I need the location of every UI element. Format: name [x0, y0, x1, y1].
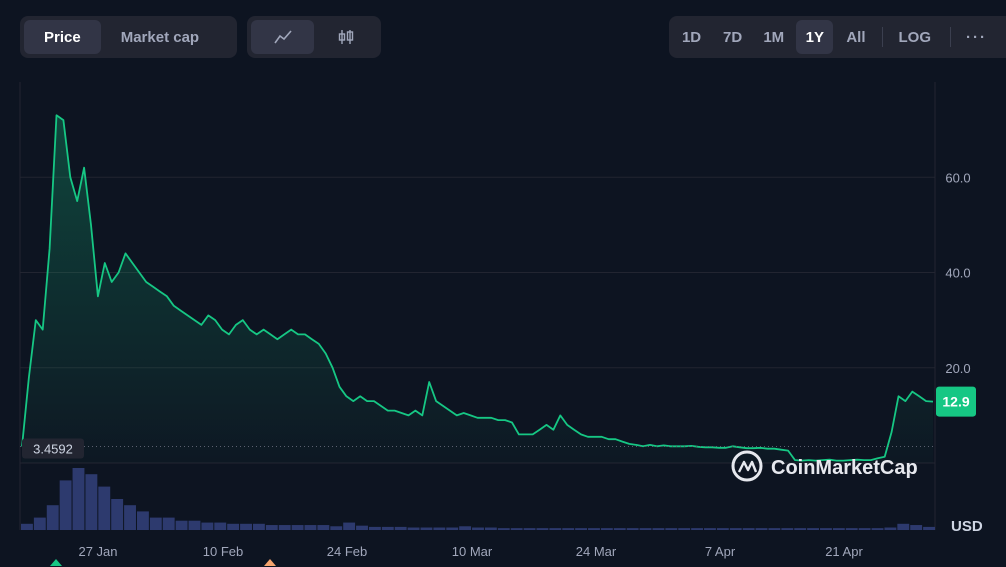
volume-bar: [124, 505, 136, 530]
volume-bar: [278, 525, 291, 530]
volume-bar: [162, 517, 175, 530]
price-area: [22, 115, 933, 464]
volume-bar: [871, 528, 884, 530]
volume-bar: [716, 528, 729, 530]
volume-bar: [704, 528, 716, 530]
volume-bar: [678, 528, 691, 530]
down-event-marker[interactable]: [264, 559, 276, 566]
volume-bar: [420, 527, 433, 530]
volume-bar: [149, 517, 162, 530]
y-tick-label: 40.0: [945, 266, 970, 281]
volume-bar: [794, 528, 807, 530]
volume-bar: [472, 527, 484, 530]
price-chart: 3.4592 20.0 40.0 60.0 12.9 CoinMarketCap U…: [19, 82, 983, 566]
volume-bar: [910, 525, 923, 530]
x-tick-label: 21 Apr: [825, 544, 863, 559]
volume-bar: [252, 523, 265, 530]
watermark-text: CoinMarketCap: [771, 457, 918, 479]
volume-bar: [613, 528, 626, 530]
up-event-marker[interactable]: [50, 559, 62, 566]
volume-bar: [497, 528, 510, 530]
volume-bar: [111, 499, 124, 530]
volume-bar: [21, 523, 33, 530]
volume-bar: [729, 528, 742, 530]
start-price-label: 3.4592: [33, 442, 73, 457]
volume-bar: [652, 528, 665, 530]
volume-bar: [665, 528, 678, 530]
volume-bar: [188, 520, 201, 530]
x-axis-ticks: 27 Jan 10 Feb 24 Feb 10 Mar 24 Mar 7 Apr 21 Ap…: [78, 544, 863, 559]
volume-bar: [136, 511, 149, 530]
volume-bar: [626, 528, 639, 530]
volume-bar: [639, 528, 652, 530]
x-tick-label: 27 Jan: [78, 544, 117, 559]
volume-bar: [600, 528, 613, 530]
volume-bar: [291, 525, 304, 530]
x-tick-label: 24 Mar: [576, 544, 617, 559]
volume-bar: [781, 528, 794, 530]
volume-bar: [459, 526, 472, 530]
volume-bar: [691, 528, 704, 530]
volume-bar: [923, 526, 935, 530]
y-tick-label: 60.0: [945, 170, 970, 185]
volume-bar: [227, 523, 240, 530]
current-price-label: 12.9: [942, 394, 969, 410]
volume-bar: [510, 528, 523, 530]
volume-bar: [381, 526, 394, 530]
volume-bar: [832, 528, 845, 530]
volume-bar: [368, 526, 381, 530]
volume-bar: [98, 486, 111, 530]
volume-bar: [214, 522, 227, 530]
volume-bar: [807, 528, 820, 530]
volume-bar: [304, 525, 317, 530]
volume-bar: [394, 526, 407, 530]
volume-bar: [549, 528, 562, 530]
volume-bar: [858, 528, 871, 530]
volume-bar: [768, 528, 781, 530]
volume-bar: [588, 528, 600, 530]
volume-bar: [446, 527, 459, 530]
volume-bar: [820, 528, 832, 530]
volume-bar: [59, 480, 72, 530]
volume-bar: [33, 517, 46, 530]
volume-bar: [72, 468, 85, 530]
volume-bar: [433, 527, 446, 530]
volume-bar: [484, 527, 497, 530]
volume-bar: [46, 505, 59, 530]
volume-bar: [897, 523, 910, 530]
volume-bar: [201, 522, 214, 530]
volume-bar: [562, 528, 575, 530]
x-tick-label: 10 Feb: [203, 544, 243, 559]
volume-bar: [884, 527, 897, 530]
volume-bar: [523, 528, 536, 530]
x-tick-label: 10 Mar: [452, 544, 493, 559]
volume-bar: [845, 528, 858, 530]
volume-bar: [317, 525, 330, 530]
volume-bar: [175, 520, 188, 530]
x-tick-label: 24 Feb: [327, 544, 367, 559]
volume-bar: [742, 528, 755, 530]
volume-bar: [536, 528, 549, 530]
x-tick-label: 7 Apr: [705, 544, 736, 559]
volume-bar: [85, 474, 98, 530]
y-axis-ticks: 20.0 40.0 60.0: [945, 170, 970, 376]
y-tick-label: 20.0: [945, 361, 970, 376]
volume-bar: [330, 526, 343, 530]
volume-bar: [356, 525, 368, 530]
volume-bar: [343, 522, 356, 530]
volume-bar: [240, 523, 252, 530]
volume-bar: [575, 528, 588, 530]
volume-bar: [265, 525, 278, 530]
currency-label: USD: [951, 518, 983, 535]
volume-bar: [755, 528, 768, 530]
volume-bar: [407, 527, 420, 530]
